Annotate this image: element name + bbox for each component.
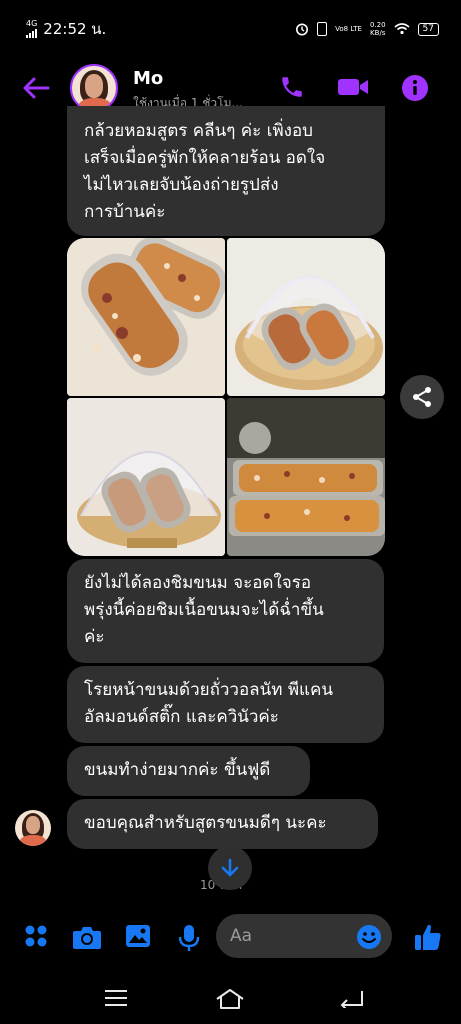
home-icon[interactable]: [215, 988, 245, 1010]
menu-lines-icon[interactable]: [104, 988, 128, 1008]
thumbs-up-icon[interactable]: [413, 922, 443, 952]
photo-basket-covered[interactable]: [227, 238, 385, 396]
message-bubble-2[interactable]: ยังไม่ได้ลองชิมขนม จะอดใจรอ พรุ่งนี้ค่อย…: [67, 559, 384, 663]
back-return-icon[interactable]: [340, 988, 364, 1008]
info-icon[interactable]: [401, 74, 429, 102]
four-dots-icon[interactable]: [24, 924, 48, 948]
image-icon[interactable]: [125, 924, 151, 948]
status-time: 22:52 น.: [43, 20, 107, 38]
message-bubble-1[interactable]: กล้วยหอมสูตร คลีนๆ ค่ะ เพิ่งอบ เสร็จเมื่…: [67, 106, 385, 236]
photo-basket-covered-image: [227, 238, 385, 396]
network-speed: 0.20 KB/s: [370, 21, 386, 37]
photo-banana-bread-closeup[interactable]: [67, 238, 225, 396]
arrow-down-icon: [221, 858, 239, 877]
scroll-to-bottom-button[interactable]: [208, 846, 252, 890]
signal-indicator: 4G: [26, 20, 37, 38]
vibrate-icon: [317, 22, 328, 36]
message-bubble-5[interactable]: ขอบคุณสำหรับสูตรขนมดีๆ นะคะ: [67, 799, 378, 849]
smiley-icon[interactable]: [356, 924, 382, 950]
message-bubble-3[interactable]: โรยหน้าขนมด้วยถั่ววอลนัท พีแคน อัลมอนด์ส…: [67, 666, 384, 743]
volte-indicator: Vo8 LTE: [335, 24, 362, 33]
photo-baking-tray[interactable]: [227, 398, 385, 556]
network-type: 4G: [26, 19, 38, 28]
speed-value: 0.20: [369, 21, 386, 29]
contact-name[interactable]: Mo: [133, 68, 163, 89]
speed-unit: KB/s: [370, 29, 386, 37]
photo-basket-net-image: [67, 398, 225, 556]
battery-indicator: 57: [417, 22, 439, 36]
sender-avatar[interactable]: [15, 810, 51, 846]
alarm-icon: [296, 23, 309, 36]
status-bar: 4G 22:52 น. Vo8 LTE 0.20 KB/s 57: [0, 0, 461, 58]
arrow-left-icon[interactable]: [22, 76, 50, 100]
photo-banana-bread-closeup-image: [67, 238, 225, 396]
share-icon: [413, 387, 431, 407]
signal-bars-icon: [26, 28, 37, 38]
status-left: 4G 22:52 น.: [26, 17, 106, 41]
message-composer: [0, 912, 461, 962]
wifi-icon: [394, 23, 410, 35]
status-right: Vo8 LTE 0.20 KB/s 57: [295, 21, 439, 37]
message-bubble-4[interactable]: ขนมทำง่ายมากค่ะ ขึ้นฟูดี: [67, 746, 310, 796]
system-nav-bar: [0, 976, 461, 1024]
microphone-icon[interactable]: [178, 924, 200, 952]
photo-baking-tray-image: [227, 398, 385, 556]
photo-basket-net[interactable]: [67, 398, 225, 556]
phone-icon[interactable]: [279, 74, 305, 100]
share-button[interactable]: [400, 375, 444, 419]
camera-icon[interactable]: [72, 924, 102, 950]
contact-avatar[interactable]: [70, 64, 118, 112]
video-camera-icon[interactable]: [337, 74, 369, 100]
